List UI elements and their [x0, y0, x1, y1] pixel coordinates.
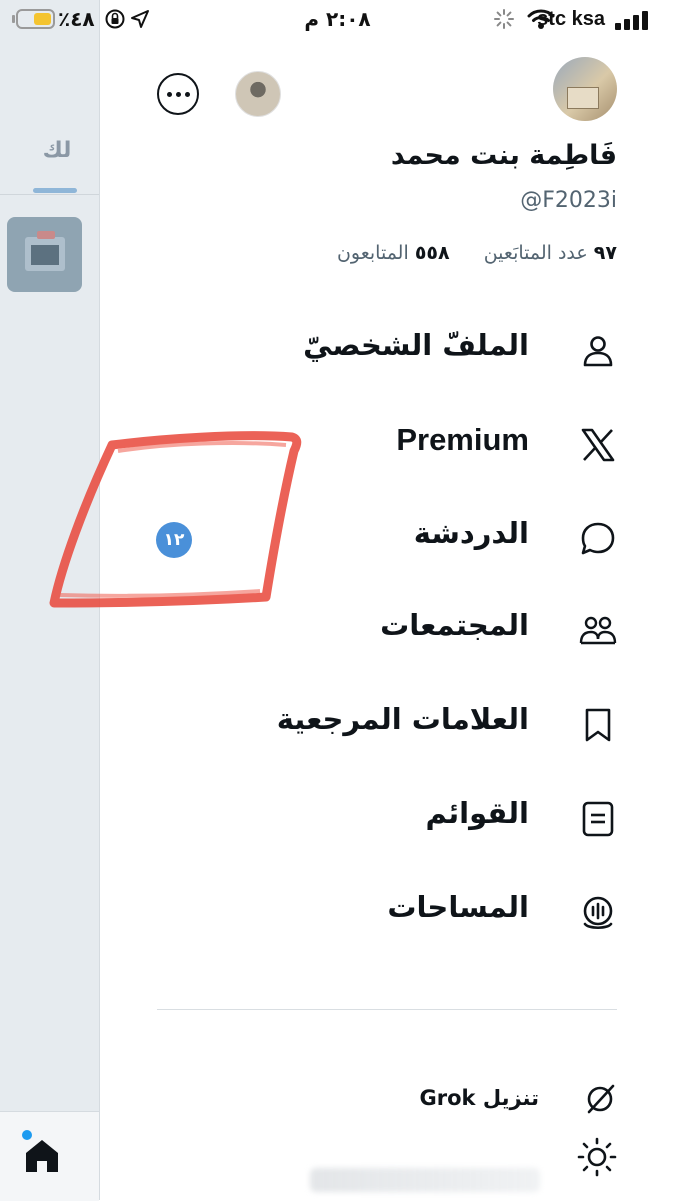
lists-icon — [582, 801, 614, 837]
tab-divider — [0, 194, 99, 195]
secondary-account-avatar[interactable] — [235, 71, 281, 117]
tab-indicator — [33, 188, 77, 193]
signal-icon — [615, 11, 648, 30]
menu-label: العلامات المرجعية — [276, 702, 529, 736]
tab-for-you[interactable]: لك — [22, 138, 92, 163]
profile-avatar[interactable] — [553, 57, 617, 121]
menu-item-lists[interactable]: القوائم — [250, 790, 617, 850]
menu-item-profile[interactable]: الملفّ الشخصيّ — [250, 322, 617, 382]
menu-divider — [157, 1009, 617, 1010]
post-thumbnail[interactable] — [7, 217, 82, 292]
menu-label: المجتمعات — [380, 608, 529, 642]
home-icon[interactable] — [22, 1136, 62, 1176]
person-icon — [583, 336, 613, 367]
menu-label: الدردشة — [413, 516, 529, 550]
display-mode-sun-icon[interactable] — [577, 1137, 617, 1177]
display-name[interactable]: فَاطِمة بنت محمد — [391, 140, 617, 171]
followers-count: ٥٥٨ — [414, 242, 450, 264]
bookmark-icon — [585, 708, 611, 742]
menu-label: Premium — [396, 422, 529, 457]
more-options-button[interactable] — [157, 73, 199, 115]
status-bar: ٪٤٨ ٢:٠٨ م stc ksa — [0, 0, 675, 40]
follow-stats[interactable]: ٩٧ عدد المتابَعين ٥٥٨ المتابعون — [337, 242, 617, 264]
blurred-settings-row — [310, 1168, 540, 1192]
spaces-icon — [583, 896, 613, 930]
menu-label: القوائم — [425, 796, 529, 830]
chat-unread-badge: ١٢ — [156, 522, 192, 558]
chat-bubble-icon — [581, 522, 615, 555]
following-label: عدد المتابَعين — [483, 242, 588, 264]
user-handle: @F2023i — [520, 188, 617, 213]
menu-label: المساحات — [387, 890, 529, 924]
loading-icon — [494, 9, 514, 29]
red-scribble-annotation — [49, 431, 302, 608]
download-grok-item[interactable]: تنزيل Grok — [300, 1080, 617, 1124]
grok-icon — [587, 1084, 615, 1114]
followers-label: المتابعون — [336, 242, 409, 264]
menu-label: الملفّ الشخصيّ — [303, 328, 529, 362]
communities-icon — [579, 616, 617, 645]
menu-item-bookmarks[interactable]: العلامات المرجعية — [250, 696, 617, 756]
carrier-name: stc ksa — [537, 8, 605, 30]
menu-item-spaces[interactable]: المساحات — [250, 884, 617, 944]
following-count: ٩٧ — [593, 242, 617, 264]
grok-label: تنزيل Grok — [419, 1086, 539, 1110]
x-logo-icon — [581, 428, 615, 462]
